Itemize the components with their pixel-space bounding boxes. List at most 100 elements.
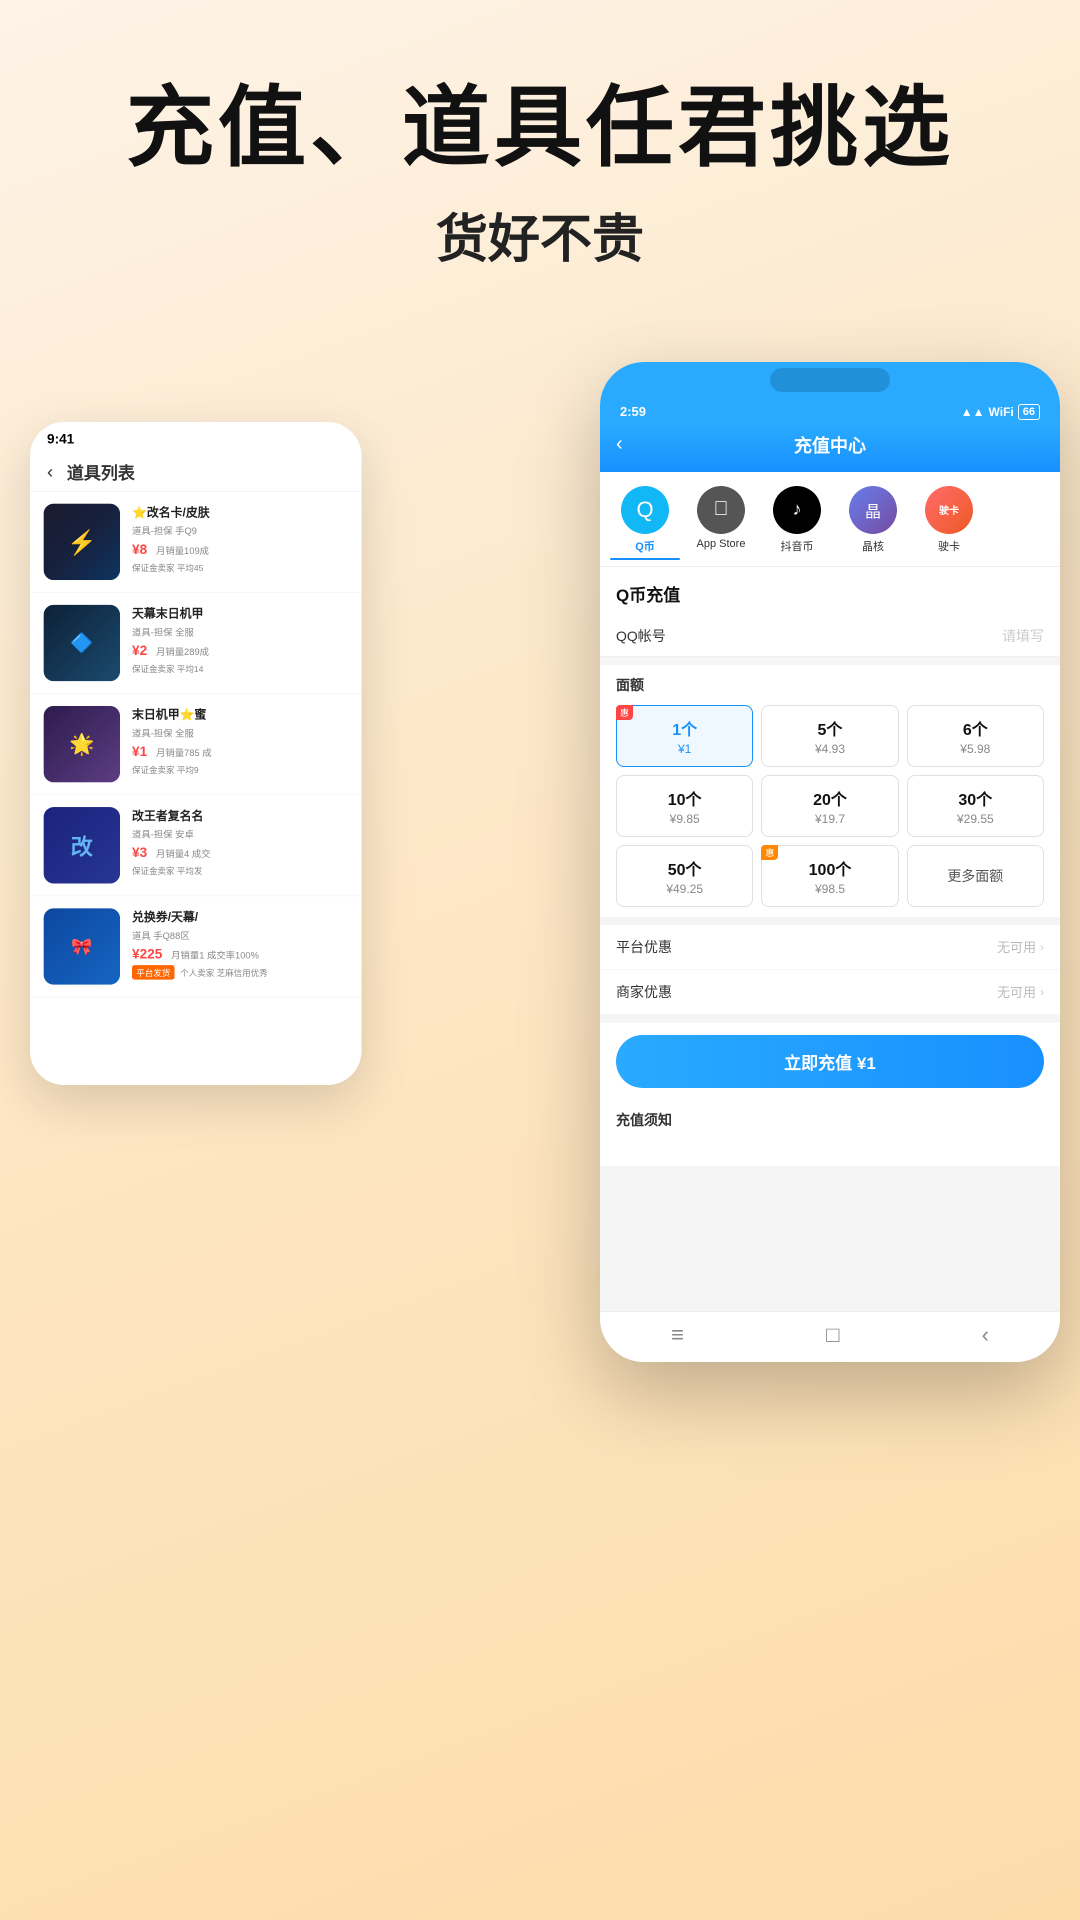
hero-section: 充值、道具任君挑选 货好不贵 (0, 0, 1080, 312)
front-phone: 2:59 ▲▲ WiFi 66 ‹ 充值中心 Q Q币  App Store (600, 362, 1060, 1362)
item-name: 改王者复名名 (132, 807, 348, 824)
merchant-discount-label: 商家优惠 (616, 982, 672, 1002)
back-button[interactable]: ‹ (616, 433, 623, 456)
front-content: Q币充值 QQ帐号 请填写 面额 惠 1个 ¥1 (600, 567, 1060, 1311)
account-placeholder[interactable]: 请填写 (696, 626, 1044, 646)
back-phone: 9:41 ‹ 道具列表 ⚡ ⭐改名卡/皮肤 道具-担保 手Q9 ¥8 月销量10… (30, 422, 362, 1085)
list-item[interactable]: 改 改王者复名名 道具-担保 安卓 ¥3 月销量4 成交 保证金卖家 平均发 (30, 795, 362, 896)
item-guarantee: 保证金卖家 平均14 (132, 661, 348, 674)
jinghe-icon: 晶 (849, 486, 897, 534)
menu-icon[interactable]: ≡ (671, 1322, 684, 1348)
denom-count: 20个 (770, 786, 889, 810)
item-price: ¥2 (132, 644, 147, 658)
denom-count: 30个 (916, 786, 1035, 810)
cta-button[interactable]: 立即充值 ¥1 (616, 1035, 1044, 1088)
tab-qq[interactable]: Q Q币 (610, 486, 680, 560)
denom-item-30[interactable]: 30个 ¥29.55 (907, 775, 1044, 837)
back-nav: ‹ 道具列表 (30, 452, 362, 491)
denom-item-6[interactable]: 6个 ¥5.98 (907, 705, 1044, 767)
item-price: ¥8 (132, 542, 147, 556)
tab-label-appstore: App Store (697, 538, 746, 550)
denom-item-20[interactable]: 20个 ¥19.7 (761, 775, 898, 837)
item-desc: 道具 手Q88区 (132, 928, 348, 942)
denom-item-5[interactable]: 5个 ¥4.93 (761, 705, 898, 767)
front-status-bar: 2:59 ▲▲ WiFi 66 (600, 394, 1060, 426)
denom-item-50[interactable]: 50个 ¥49.25 (616, 845, 753, 907)
chevron-right-icon: › (1040, 940, 1044, 954)
item-guarantee: 保证金卖家 平均45 (132, 560, 348, 573)
denom-price: ¥9.85 (625, 812, 744, 826)
denom-item-100[interactable]: 惠 100个 ¥98.5 (761, 845, 898, 907)
douyin-icon: ♪ (773, 486, 821, 534)
denom-count: 50个 (625, 856, 744, 880)
list-item[interactable]: ⚡ ⭐改名卡/皮肤 道具-担保 手Q9 ¥8 月销量109成 保证金卖家 平均4… (30, 491, 362, 592)
merchant-discount-value: 无可用 › (997, 982, 1044, 1001)
cta-section: 立即充值 ¥1 (600, 1023, 1060, 1100)
notice-section: 充值须知 (600, 1100, 1060, 1166)
junka-icon: 驶卡 (925, 486, 973, 534)
denom-price: ¥19.7 (770, 812, 889, 826)
front-status-time: 2:59 (620, 404, 646, 419)
denom-count: 10个 (625, 786, 744, 810)
back-nav-arrow[interactable]: ‹ (47, 460, 53, 482)
denom-count: 100个 (770, 856, 889, 880)
phones-container: 9:41 ‹ 道具列表 ⚡ ⭐改名卡/皮肤 道具-担保 手Q9 ¥8 月销量10… (0, 342, 1080, 1722)
tab-label-qq: Q币 (635, 538, 655, 554)
tabs-row: Q Q币  App Store ♪ 抖音币 晶 晶核 驶卡 驶卡 (600, 472, 1060, 567)
hero-title: 充值、道具任君挑选 (60, 80, 1020, 177)
list-item[interactable]: 🌟 末日机甲⭐蜜 道具-担保 全服 ¥1 月销量785 成 保证金卖家 平均9 (30, 694, 362, 795)
apple-icon:  (697, 486, 745, 534)
back-items-list: ⚡ ⭐改名卡/皮肤 道具-担保 手Q9 ¥8 月销量109成 保证金卖家 平均4… (30, 491, 362, 997)
denom-price: ¥1 (625, 742, 744, 756)
back-nav-title: 道具列表 (67, 459, 135, 484)
back-icon[interactable]: ‹ (982, 1322, 989, 1348)
back-status-time: 9:41 (47, 432, 74, 447)
denomination-section: 面额 惠 1个 ¥1 5个 ¥4.93 6个 (600, 665, 1060, 917)
tab-junka[interactable]: 驶卡 驶卡 (914, 486, 984, 560)
item-desc: 道具-担保 手Q9 (132, 524, 348, 538)
denom-item-10[interactable]: 10个 ¥9.85 (616, 775, 753, 837)
section-title: Q币充值 (600, 567, 1060, 616)
item-desc: 道具-担保 全服 (132, 625, 348, 639)
denomination-title: 面额 (616, 675, 1044, 695)
item-price: ¥225 (132, 947, 162, 961)
denom-more-label: 更多面额 (947, 866, 1003, 886)
denomination-grid: 惠 1个 ¥1 5个 ¥4.93 6个 ¥5.98 (616, 705, 1044, 907)
item-name: 末日机甲⭐蜜 (132, 706, 348, 723)
item-sold: 月销量4 成交 (156, 849, 211, 859)
home-icon[interactable]: □ (826, 1322, 839, 1348)
denom-price: ¥5.98 (916, 742, 1035, 756)
platform-discount-label: 平台优惠 (616, 937, 672, 957)
front-header-title: 充值中心 (794, 432, 866, 458)
hero-subtitle: 货好不贵 (60, 197, 1020, 272)
denom-count: 6个 (916, 716, 1035, 740)
discount-section: 平台优惠 无可用 › 商家优惠 无可用 › (600, 925, 1060, 1015)
platform-discount-row[interactable]: 平台优惠 无可用 › (600, 925, 1060, 970)
denom-item-1[interactable]: 惠 1个 ¥1 (616, 705, 753, 767)
tab-douyin[interactable]: ♪ 抖音币 (762, 486, 832, 560)
tab-label-douyin: 抖音币 (781, 538, 814, 554)
denom-count: 5个 (770, 716, 889, 740)
chevron-right-icon: › (1040, 985, 1044, 999)
item-price: ¥1 (132, 745, 147, 759)
front-status-icons: ▲▲ WiFi 66 (961, 404, 1040, 420)
platform-discount-value: 无可用 › (997, 937, 1044, 956)
item-desc: 道具-担保 全服 (132, 726, 348, 740)
item-sold: 月销量785 成 (156, 748, 212, 758)
item-price: ¥3 (132, 846, 147, 860)
notice-title: 充值须知 (616, 1110, 1044, 1130)
front-header: ‹ 充值中心 (600, 426, 1060, 472)
bottom-nav: ≡ □ ‹ (600, 1311, 1060, 1362)
item-desc: 道具-担保 安卓 (132, 827, 348, 841)
tab-appstore[interactable]:  App Store (686, 486, 756, 560)
tab-label-jinghe: 晶核 (862, 538, 884, 554)
denom-price: ¥29.55 (916, 812, 1035, 826)
list-item[interactable]: 🔷 天幕末日机甲 道具-担保 全服 ¥2 月销量289成 保证金卖家 平均14 (30, 593, 362, 694)
tab-label-junka: 驶卡 (938, 538, 960, 554)
denom-price: ¥98.5 (770, 882, 889, 896)
tab-jinghe[interactable]: 晶 晶核 (838, 486, 908, 560)
list-item[interactable]: 🎀 兑换券/天幕/ 道具 手Q88区 ¥225 月销量1 成交率100% 平台发… (30, 896, 362, 997)
item-guarantee: 平台发货 个人卖家 芝麻信用优秀 (132, 965, 348, 979)
denom-item-more[interactable]: 更多面额 (907, 845, 1044, 907)
merchant-discount-row[interactable]: 商家优惠 无可用 › (600, 970, 1060, 1015)
